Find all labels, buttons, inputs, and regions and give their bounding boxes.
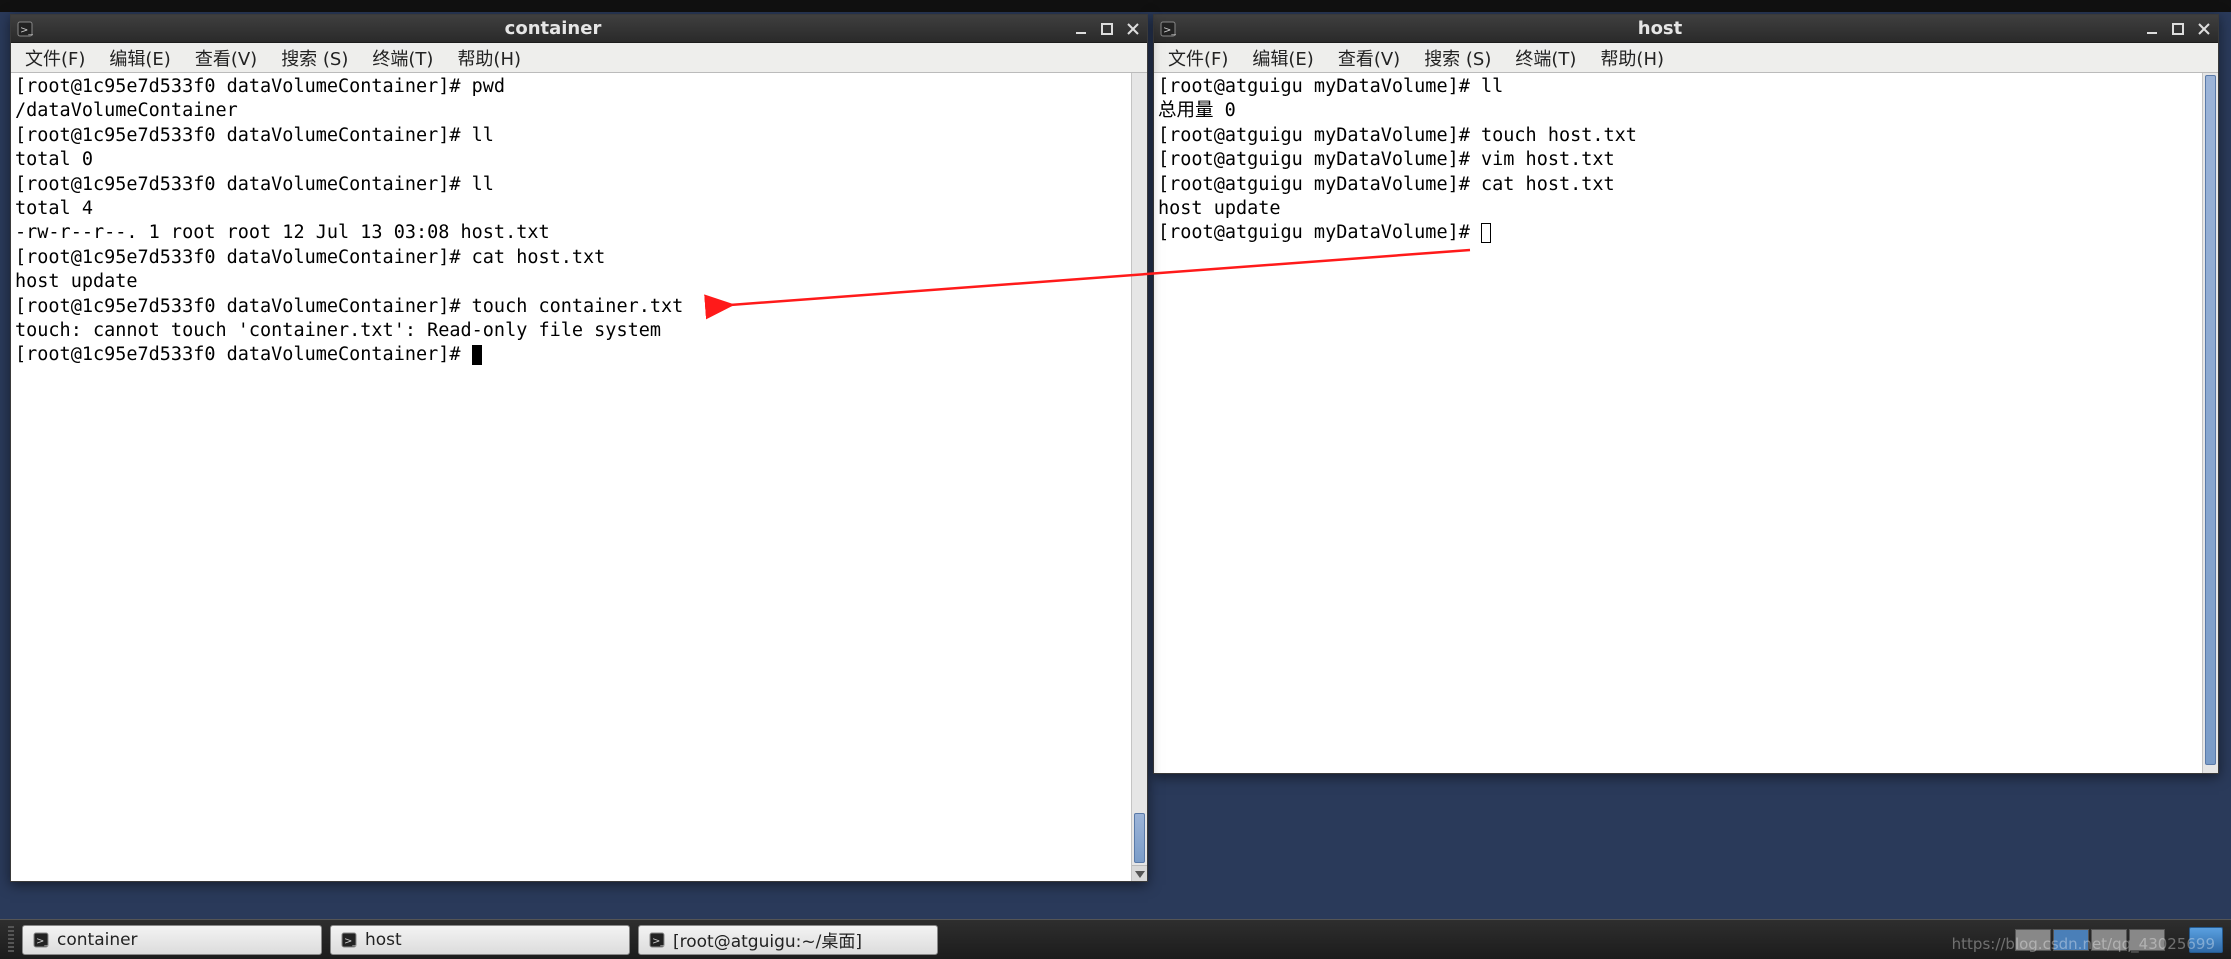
terminal-icon: >_ (1160, 21, 1176, 37)
terminal-line: total 0 (15, 148, 1143, 172)
menu-view[interactable]: 查看(V) (1332, 43, 1406, 73)
terminal-line: [root@atguigu myDataVolume]# cat host.tx… (1158, 173, 2214, 197)
terminal-line: 总用量 0 (1158, 99, 2214, 123)
svg-text:>_: >_ (20, 25, 33, 36)
terminal-line: [root@atguigu myDataVolume]# touch host.… (1158, 124, 2214, 148)
scrollbar-thumb[interactable] (1134, 813, 1145, 863)
menu-edit[interactable]: 编辑(E) (103, 43, 176, 73)
terminal-icon: >_ (649, 932, 665, 948)
terminal-window-host: >_ host 文件(F) 编辑(E) 查看(V) 搜索 (S) 终端(T) 帮… (1153, 14, 2219, 774)
watermark: https://blog.csdn.net/qq_43025699 (1952, 935, 2215, 953)
window-title: host (1184, 18, 2136, 39)
svg-text:>_: >_ (36, 936, 49, 947)
cursor (472, 345, 482, 365)
vertical-scrollbar[interactable] (1131, 73, 1147, 881)
menu-help[interactable]: 帮助(H) (451, 43, 527, 73)
desktop: >_ container 文件(F) 编辑(E) 查看(V) 搜索 (S) 终端… (0, 0, 2231, 959)
terminal-icon: >_ (341, 932, 357, 948)
scrollbar-thumb[interactable] (2205, 75, 2216, 765)
close-button[interactable] (1125, 21, 1141, 37)
scrollbar-down-icon[interactable] (1132, 865, 1147, 881)
terminal-line: [root@1c95e7d533f0 dataVolumeContainer]#… (15, 75, 1143, 99)
maximize-button[interactable] (1099, 21, 1115, 37)
svg-text:>_: >_ (652, 936, 665, 947)
taskbar-item-host[interactable]: >_ host (330, 925, 630, 955)
titlebar[interactable]: >_ host (1154, 15, 2218, 43)
terminal-line: [root@1c95e7d533f0 dataVolumeContainer]#… (15, 246, 1143, 270)
terminal-line: /dataVolumeContainer (15, 99, 1143, 123)
cursor (1481, 223, 1491, 243)
terminal-output[interactable]: [root@1c95e7d533f0 dataVolumeContainer]#… (11, 73, 1147, 881)
taskbar-item-container[interactable]: >_ container (22, 925, 322, 955)
terminal-line: [root@1c95e7d533f0 dataVolumeContainer]# (15, 343, 1143, 367)
menu-edit[interactable]: 编辑(E) (1246, 43, 1319, 73)
menu-help[interactable]: 帮助(H) (1594, 43, 1670, 73)
terminal-output[interactable]: [root@atguigu myDataVolume]# ll总用量 0[roo… (1154, 73, 2218, 773)
svg-text:>_: >_ (344, 936, 357, 947)
taskbar-item-label: container (57, 930, 138, 950)
titlebar[interactable]: >_ container (11, 15, 1147, 43)
menubar: 文件(F) 编辑(E) 查看(V) 搜索 (S) 终端(T) 帮助(H) (11, 43, 1147, 73)
menu-view[interactable]: 查看(V) (189, 43, 263, 73)
terminal-line: [root@1c95e7d533f0 dataVolumeContainer]#… (15, 173, 1143, 197)
terminal-icon: >_ (33, 932, 49, 948)
terminal-line: [root@1c95e7d533f0 dataVolumeContainer]#… (15, 295, 1143, 319)
terminal-line: [root@atguigu myDataVolume]# vim host.tx… (1158, 148, 2214, 172)
menu-file[interactable]: 文件(F) (19, 43, 91, 73)
taskbar: >_ container >_ host >_ [root@atguigu:~/… (0, 919, 2231, 959)
menu-search[interactable]: 搜索 (S) (275, 43, 354, 73)
terminal-line: [root@atguigu myDataVolume]# (1158, 221, 2214, 245)
svg-text:>_: >_ (1163, 25, 1176, 36)
terminal-line: total 4 (15, 197, 1143, 221)
menu-search[interactable]: 搜索 (S) (1418, 43, 1497, 73)
terminal-line: host update (15, 270, 1143, 294)
close-button[interactable] (2196, 21, 2212, 37)
terminal-line: touch: cannot touch 'container.txt': Rea… (15, 319, 1143, 343)
terminal-line: [root@atguigu myDataVolume]# ll (1158, 75, 2214, 99)
minimize-button[interactable] (2144, 21, 2160, 37)
taskbar-item-desktop[interactable]: >_ [root@atguigu:~/桌面] (638, 925, 938, 955)
menubar: 文件(F) 编辑(E) 查看(V) 搜索 (S) 终端(T) 帮助(H) (1154, 43, 2218, 73)
vertical-scrollbar[interactable] (2202, 73, 2218, 773)
terminal-icon: >_ (17, 21, 33, 37)
taskbar-handle[interactable] (8, 926, 14, 954)
menu-file[interactable]: 文件(F) (1162, 43, 1234, 73)
window-title: container (41, 18, 1065, 39)
terminal-window-container: >_ container 文件(F) 编辑(E) 查看(V) 搜索 (S) 终端… (10, 14, 1148, 882)
menu-terminal[interactable]: 终端(T) (1509, 43, 1582, 73)
taskbar-item-label: [root@atguigu:~/桌面] (673, 927, 862, 952)
taskbar-item-label: host (365, 930, 402, 950)
menu-terminal[interactable]: 终端(T) (366, 43, 439, 73)
terminal-line: host update (1158, 197, 2214, 221)
terminal-line: [root@1c95e7d533f0 dataVolumeContainer]#… (15, 124, 1143, 148)
terminal-line: -rw-r--r--. 1 root root 12 Jul 13 03:08 … (15, 221, 1143, 245)
top-panel (0, 0, 2231, 12)
maximize-button[interactable] (2170, 21, 2186, 37)
minimize-button[interactable] (1073, 21, 1089, 37)
